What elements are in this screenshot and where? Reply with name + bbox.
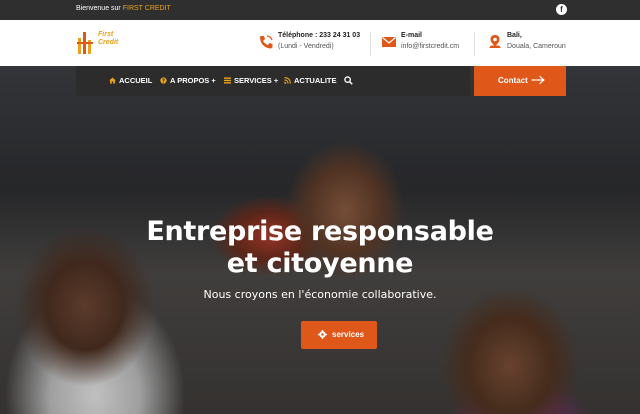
- address-city: Douala, Cameroun: [507, 43, 566, 50]
- email-title: E-mail: [401, 32, 423, 39]
- services-button[interactable]: services: [301, 321, 377, 349]
- facebook-icon[interactable]: f: [556, 4, 567, 15]
- welcome-brand: FIRST CREDIT: [122, 5, 171, 12]
- contact-button-label: Contact: [498, 76, 528, 85]
- phone-icon: [260, 35, 273, 49]
- services-button-label: services: [332, 330, 365, 339]
- rss-icon: [284, 77, 291, 84]
- gear-icon: [318, 330, 327, 339]
- header: First Credit Téléphone : 233 24 31 03 (L…: [0, 20, 640, 66]
- nav-label-a-propos: A PROPOS +: [170, 76, 216, 85]
- logo-text: First Credit: [98, 31, 118, 47]
- nav-item-a-propos[interactable]: ? A PROPOS +: [160, 76, 216, 85]
- top-bar: Bienvenue sur FIRST CREDIT f: [0, 0, 640, 20]
- logo-word-1: First: [98, 31, 114, 38]
- nav-label-actualite: ACTUALITE: [294, 76, 337, 85]
- nav-item-accueil[interactable]: ACCUEIL: [109, 76, 152, 85]
- header-divider: [370, 32, 371, 56]
- hero-title-line1: Entreprise responsable: [146, 216, 494, 247]
- map-marker-icon: [489, 35, 501, 48]
- home-icon: [109, 77, 116, 84]
- address-title: Bali,: [507, 32, 522, 39]
- nav-item-services[interactable]: SERVICES +: [224, 76, 278, 85]
- phone-title: Téléphone : 233 24 31 03: [278, 32, 361, 39]
- header-divider: [474, 32, 475, 56]
- nav-label-accueil: ACCUEIL: [119, 76, 153, 85]
- welcome-message: Bienvenue sur FIRST CREDIT: [76, 5, 171, 12]
- arrow-right-icon: [531, 75, 545, 85]
- main-nav: ACCUEIL ? A PROPOS + SERVICES + ACTUALIT…: [76, 66, 470, 96]
- logo-word-2: Credit: [98, 39, 119, 46]
- phone-hours: (Lundi - Vendredi): [278, 43, 334, 50]
- hero-subtitle: Nous croyons en l'économie collaborative…: [203, 288, 437, 301]
- search-icon[interactable]: [344, 76, 353, 85]
- list-icon: [224, 77, 231, 84]
- question-circle-icon: ?: [160, 77, 167, 84]
- envelope-icon: [382, 37, 396, 47]
- email-address[interactable]: info@firstcredit.cm: [401, 43, 459, 50]
- svg-text:?: ?: [162, 78, 165, 84]
- contact-button[interactable]: Contact: [474, 66, 566, 96]
- welcome-text: Bienvenue sur: [76, 5, 121, 12]
- nav-item-actualite[interactable]: ACTUALITE: [284, 76, 337, 85]
- hero-title-line2: et citoyenne: [226, 248, 414, 279]
- hero-banner: Entreprise responsable et citoyenne Nous…: [0, 66, 640, 414]
- nav-label-services: SERVICES +: [234, 76, 279, 85]
